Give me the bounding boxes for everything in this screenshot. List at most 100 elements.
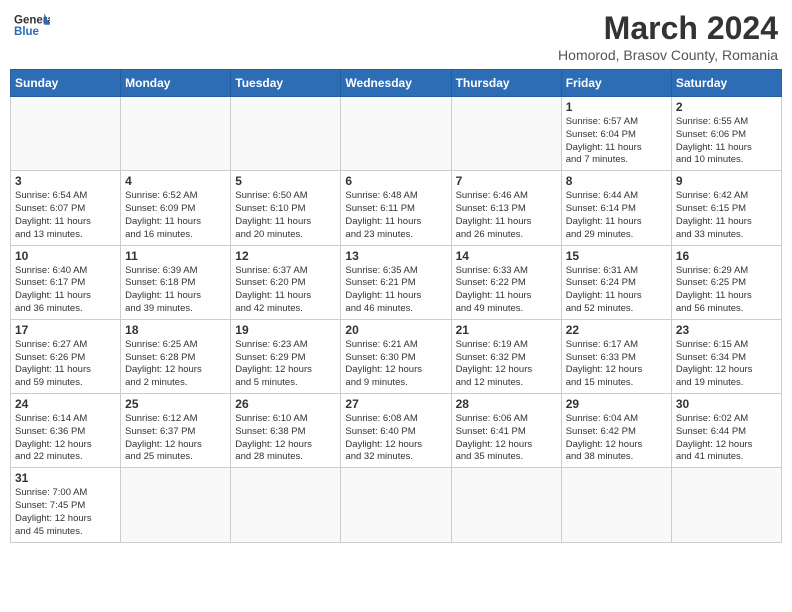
calendar-cell <box>231 97 341 171</box>
day-info: Sunrise: 6:08 AM Sunset: 6:40 PM Dayligh… <box>345 413 446 464</box>
calendar-cell: 27 Sunrise: 6:08 AM Sunset: 6:40 PM Dayli… <box>341 394 451 468</box>
calendar-cell: 6 Sunrise: 6:48 AM Sunset: 6:11 PM Daylig… <box>341 171 451 245</box>
day-number: 23 <box>676 323 777 337</box>
calendar-cell: 4 Sunrise: 6:52 AM Sunset: 6:09 PM Daylig… <box>121 171 231 245</box>
day-info: Sunrise: 6:40 AM Sunset: 6:17 PM Dayligh… <box>15 265 116 316</box>
day-number: 2 <box>676 100 777 114</box>
day-info: Sunrise: 6:57 AM Sunset: 6:04 PM Dayligh… <box>566 116 667 167</box>
calendar-cell: 17 Sunrise: 6:27 AM Sunset: 6:26 PM Dayli… <box>11 319 121 393</box>
day-info: Sunrise: 6:21 AM Sunset: 6:30 PM Dayligh… <box>345 339 446 390</box>
calendar-cell: 22 Sunrise: 6:17 AM Sunset: 6:33 PM Dayli… <box>561 319 671 393</box>
calendar-cell: 21 Sunrise: 6:19 AM Sunset: 6:32 PM Dayli… <box>451 319 561 393</box>
day-info: Sunrise: 6:33 AM Sunset: 6:22 PM Dayligh… <box>456 265 557 316</box>
calendar-cell <box>121 97 231 171</box>
calendar-week-row: 1 Sunrise: 6:57 AM Sunset: 6:04 PM Daylig… <box>11 97 782 171</box>
calendar-cell: 16 Sunrise: 6:29 AM Sunset: 6:25 PM Dayli… <box>671 245 781 319</box>
day-info: Sunrise: 6:55 AM Sunset: 6:06 PM Dayligh… <box>676 116 777 167</box>
day-number: 1 <box>566 100 667 114</box>
day-number: 25 <box>125 397 226 411</box>
day-number: 29 <box>566 397 667 411</box>
calendar-week-row: 24 Sunrise: 6:14 AM Sunset: 6:36 PM Dayli… <box>11 394 782 468</box>
weekday-header: Wednesday <box>341 70 451 97</box>
day-info: Sunrise: 6:29 AM Sunset: 6:25 PM Dayligh… <box>676 265 777 316</box>
day-number: 7 <box>456 174 557 188</box>
calendar-cell: 18Sunrise: 6:25 AM Sunset: 6:28 PM Dayli… <box>121 319 231 393</box>
day-number: 14 <box>456 249 557 263</box>
day-info: Sunrise: 6:54 AM Sunset: 6:07 PM Dayligh… <box>15 190 116 241</box>
calendar-cell: 23 Sunrise: 6:15 AM Sunset: 6:34 PM Dayli… <box>671 319 781 393</box>
day-number: 27 <box>345 397 446 411</box>
day-info: Sunrise: 6:27 AM Sunset: 6:26 PM Dayligh… <box>15 339 116 390</box>
calendar-cell: 11 Sunrise: 6:39 AM Sunset: 6:18 PM Dayli… <box>121 245 231 319</box>
day-number: 22 <box>566 323 667 337</box>
calendar-week-row: 3 Sunrise: 6:54 AM Sunset: 6:07 PM Daylig… <box>11 171 782 245</box>
logo-icon: General Blue <box>14 10 50 38</box>
weekday-header: Sunday <box>11 70 121 97</box>
day-info: Sunrise: 6:39 AM Sunset: 6:18 PM Dayligh… <box>125 265 226 316</box>
calendar-cell: 25 Sunrise: 6:12 AM Sunset: 6:37 PM Dayli… <box>121 394 231 468</box>
calendar-cell: 14 Sunrise: 6:33 AM Sunset: 6:22 PM Dayli… <box>451 245 561 319</box>
day-info: Sunrise: 6:10 AM Sunset: 6:38 PM Dayligh… <box>235 413 336 464</box>
calendar-cell: 9Sunrise: 6:42 AM Sunset: 6:15 PM Daylig… <box>671 171 781 245</box>
day-number: 6 <box>345 174 446 188</box>
calendar-week-row: 17 Sunrise: 6:27 AM Sunset: 6:26 PM Dayli… <box>11 319 782 393</box>
day-number: 8 <box>566 174 667 188</box>
calendar-cell <box>451 468 561 542</box>
calendar-cell: 7Sunrise: 6:46 AM Sunset: 6:13 PM Daylig… <box>451 171 561 245</box>
day-number: 4 <box>125 174 226 188</box>
day-number: 21 <box>456 323 557 337</box>
location-subtitle: Homorod, Brasov County, Romania <box>558 47 778 63</box>
calendar-cell: 2 Sunrise: 6:55 AM Sunset: 6:06 PM Daylig… <box>671 97 781 171</box>
day-number: 20 <box>345 323 446 337</box>
calendar-table: SundayMondayTuesdayWednesdayThursdayFrid… <box>10 69 782 543</box>
calendar-cell: 1 Sunrise: 6:57 AM Sunset: 6:04 PM Daylig… <box>561 97 671 171</box>
weekday-header-row: SundayMondayTuesdayWednesdayThursdayFrid… <box>11 70 782 97</box>
day-info: Sunrise: 6:37 AM Sunset: 6:20 PM Dayligh… <box>235 265 336 316</box>
calendar-week-row: 10 Sunrise: 6:40 AM Sunset: 6:17 PM Dayli… <box>11 245 782 319</box>
calendar-cell: 15 Sunrise: 6:31 AM Sunset: 6:24 PM Dayli… <box>561 245 671 319</box>
weekday-header: Saturday <box>671 70 781 97</box>
day-number: 12 <box>235 249 336 263</box>
calendar-cell: 26 Sunrise: 6:10 AM Sunset: 6:38 PM Dayli… <box>231 394 341 468</box>
month-title: March 2024 <box>558 10 778 47</box>
day-number: 15 <box>566 249 667 263</box>
day-info: Sunrise: 6:31 AM Sunset: 6:24 PM Dayligh… <box>566 265 667 316</box>
day-number: 26 <box>235 397 336 411</box>
calendar-cell: 5Sunrise: 6:50 AM Sunset: 6:10 PM Daylig… <box>231 171 341 245</box>
day-info: Sunrise: 6:02 AM Sunset: 6:44 PM Dayligh… <box>676 413 777 464</box>
day-info: Sunrise: 6:17 AM Sunset: 6:33 PM Dayligh… <box>566 339 667 390</box>
calendar-cell: 30Sunrise: 6:02 AM Sunset: 6:44 PM Dayli… <box>671 394 781 468</box>
day-info: Sunrise: 6:15 AM Sunset: 6:34 PM Dayligh… <box>676 339 777 390</box>
day-number: 28 <box>456 397 557 411</box>
day-number: 31 <box>15 471 116 485</box>
day-number: 24 <box>15 397 116 411</box>
calendar-cell <box>671 468 781 542</box>
calendar-cell: 24 Sunrise: 6:14 AM Sunset: 6:36 PM Dayli… <box>11 394 121 468</box>
svg-text:Blue: Blue <box>14 26 40 38</box>
day-number: 17 <box>15 323 116 337</box>
day-info: Sunrise: 6:44 AM Sunset: 6:14 PM Dayligh… <box>566 190 667 241</box>
calendar-cell <box>11 97 121 171</box>
weekday-header: Friday <box>561 70 671 97</box>
day-number: 19 <box>235 323 336 337</box>
title-block: March 2024 Homorod, Brasov County, Roman… <box>558 10 778 63</box>
day-number: 11 <box>125 249 226 263</box>
day-info: Sunrise: 7:00 AM Sunset: 7:45 PM Dayligh… <box>15 487 116 538</box>
day-info: Sunrise: 6:52 AM Sunset: 6:09 PM Dayligh… <box>125 190 226 241</box>
day-info: Sunrise: 6:48 AM Sunset: 6:11 PM Dayligh… <box>345 190 446 241</box>
day-info: Sunrise: 6:35 AM Sunset: 6:21 PM Dayligh… <box>345 265 446 316</box>
calendar-cell: 12 Sunrise: 6:37 AM Sunset: 6:20 PM Dayli… <box>231 245 341 319</box>
day-number: 18 <box>125 323 226 337</box>
day-info: Sunrise: 6:12 AM Sunset: 6:37 PM Dayligh… <box>125 413 226 464</box>
day-number: 3 <box>15 174 116 188</box>
calendar-cell <box>121 468 231 542</box>
day-number: 9 <box>676 174 777 188</box>
calendar-cell: 13Sunrise: 6:35 AM Sunset: 6:21 PM Dayli… <box>341 245 451 319</box>
day-info: Sunrise: 6:19 AM Sunset: 6:32 PM Dayligh… <box>456 339 557 390</box>
calendar-cell: 8 Sunrise: 6:44 AM Sunset: 6:14 PM Daylig… <box>561 171 671 245</box>
calendar-cell: 28Sunrise: 6:06 AM Sunset: 6:41 PM Dayli… <box>451 394 561 468</box>
day-number: 16 <box>676 249 777 263</box>
page-header: General Blue March 2024 Homorod, Brasov … <box>10 10 782 63</box>
day-info: Sunrise: 6:14 AM Sunset: 6:36 PM Dayligh… <box>15 413 116 464</box>
day-number: 10 <box>15 249 116 263</box>
